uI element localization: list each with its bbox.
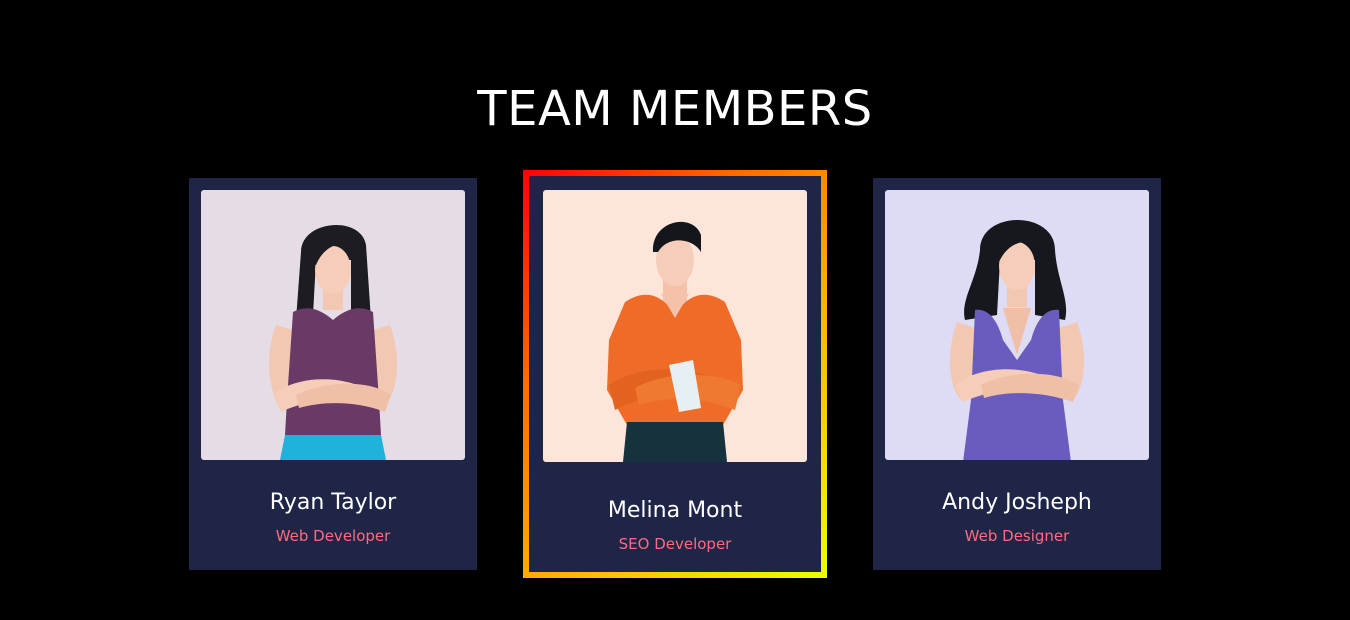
member-name: Melina Mont <box>607 498 743 523</box>
woman-crossed-arms-avatar-icon <box>885 190 1149 460</box>
team-card-melina-mont[interactable]: Melina Mont SEO Developer <box>523 170 827 578</box>
card-inner: Melina Mont SEO Developer <box>529 176 821 572</box>
woman-crossed-arms-avatar-icon <box>201 190 465 460</box>
team-card-ryan-taylor[interactable]: Ryan Taylor Web Developer <box>189 178 477 570</box>
section-title: TEAM MEMBERS <box>477 81 873 137</box>
member-role: Web Designer <box>964 527 1070 545</box>
member-photo <box>201 190 465 460</box>
member-name: Ryan Taylor <box>269 490 397 515</box>
member-name: Andy Josheph <box>942 490 1092 515</box>
member-role: SEO Developer <box>618 535 732 553</box>
member-photo <box>543 190 807 462</box>
member-role: Web Developer <box>275 527 391 545</box>
man-crossed-arms-avatar-icon <box>543 190 807 462</box>
team-card-andy-josheph[interactable]: Andy Josheph Web Designer <box>873 178 1161 570</box>
team-section: TEAM MEMBERS Ryan Taylor Web Developer M… <box>0 0 1350 620</box>
member-photo <box>885 190 1149 460</box>
